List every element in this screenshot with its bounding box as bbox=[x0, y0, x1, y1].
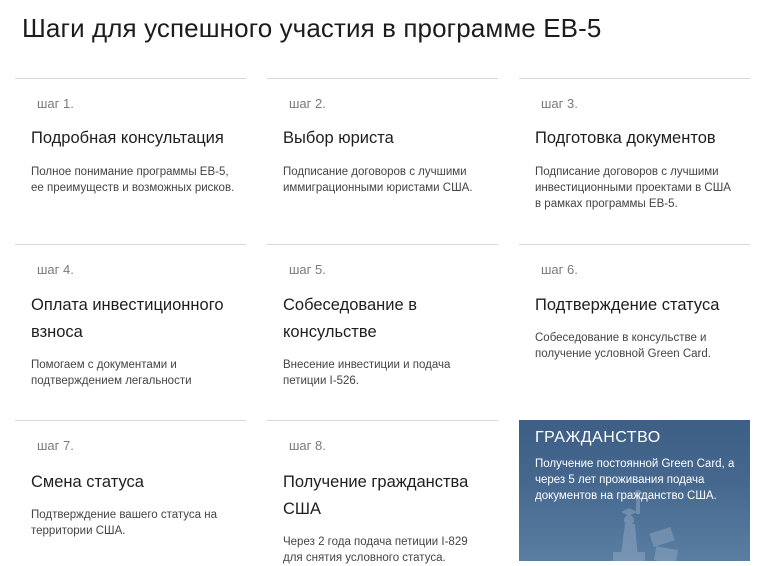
step-title: Смена статуса bbox=[31, 473, 144, 491]
step-card-7: шаг 7. Смена статуса Подтверждение вашег… bbox=[15, 420, 246, 561]
step-description: Подписание договоров с лучшими инвестици… bbox=[535, 166, 731, 210]
step-number: шаг 4. bbox=[37, 262, 74, 277]
step-card-2: шаг 2. Выбор юриста Подписание договоров… bbox=[267, 78, 498, 238]
step-description: Собеседование в консульстве и получение … bbox=[535, 332, 711, 360]
step-card-4: шаг 4. Оплата инвестиционного взноса Пом… bbox=[15, 244, 246, 414]
citizenship-title: ГРАЖДАНСТВО bbox=[535, 429, 661, 446]
step-title: Собеседование в консульстве bbox=[283, 296, 418, 341]
step-description: Подписание договоров с лучшими иммиграци… bbox=[283, 166, 473, 194]
step-description: Помогаем с документами и подтверждением … bbox=[31, 359, 192, 387]
step-card-5: шаг 5. Собеседование в консульстве Внесе… bbox=[267, 244, 498, 414]
step-card-3: шаг 3. Подготовка документов Подписание … bbox=[519, 78, 750, 238]
page-title: Шаги для успешного участия в программе Е… bbox=[22, 13, 602, 43]
step-card-8: шаг 8. Получение гражданства США Через 2… bbox=[267, 420, 498, 564]
citizenship-description: Получение постоянной Green Card, а через… bbox=[535, 458, 735, 502]
step-description: Внесение инвестиции и подача петиции I-5… bbox=[283, 359, 451, 387]
step-title: Получение гражданства США bbox=[283, 473, 469, 518]
step-title: Выбор юриста bbox=[283, 129, 394, 147]
step-number: шаг 1. bbox=[37, 96, 74, 111]
step-title: Подтверждение статуса bbox=[535, 296, 720, 314]
step-card-6: шаг 6. Подтверждение статуса Собеседован… bbox=[519, 244, 750, 414]
citizenship-card: ГРАЖДАНСТВО Получение постоянной Green C… bbox=[519, 420, 750, 561]
step-number: шаг 8. bbox=[289, 438, 326, 453]
step-card-1: шаг 1. Подробная консультация Полное пон… bbox=[15, 78, 246, 238]
step-description: Подтверждение вашего статуса на территор… bbox=[31, 509, 217, 537]
step-number: шаг 3. bbox=[541, 96, 578, 111]
step-description: Через 2 года подача петиции I-829 для сн… bbox=[283, 536, 468, 564]
step-title: Подготовка документов bbox=[535, 129, 716, 147]
step-description: Полное понимание программы ЕВ-5, ее преи… bbox=[31, 166, 235, 194]
step-title: Подробная консультация bbox=[31, 129, 224, 147]
step-number: шаг 7. bbox=[37, 438, 74, 453]
step-title: Оплата инвестиционного взноса bbox=[31, 296, 224, 341]
step-number: шаг 6. bbox=[541, 262, 578, 277]
step-number: шаг 2. bbox=[289, 96, 326, 111]
step-number: шаг 5. bbox=[289, 262, 326, 277]
